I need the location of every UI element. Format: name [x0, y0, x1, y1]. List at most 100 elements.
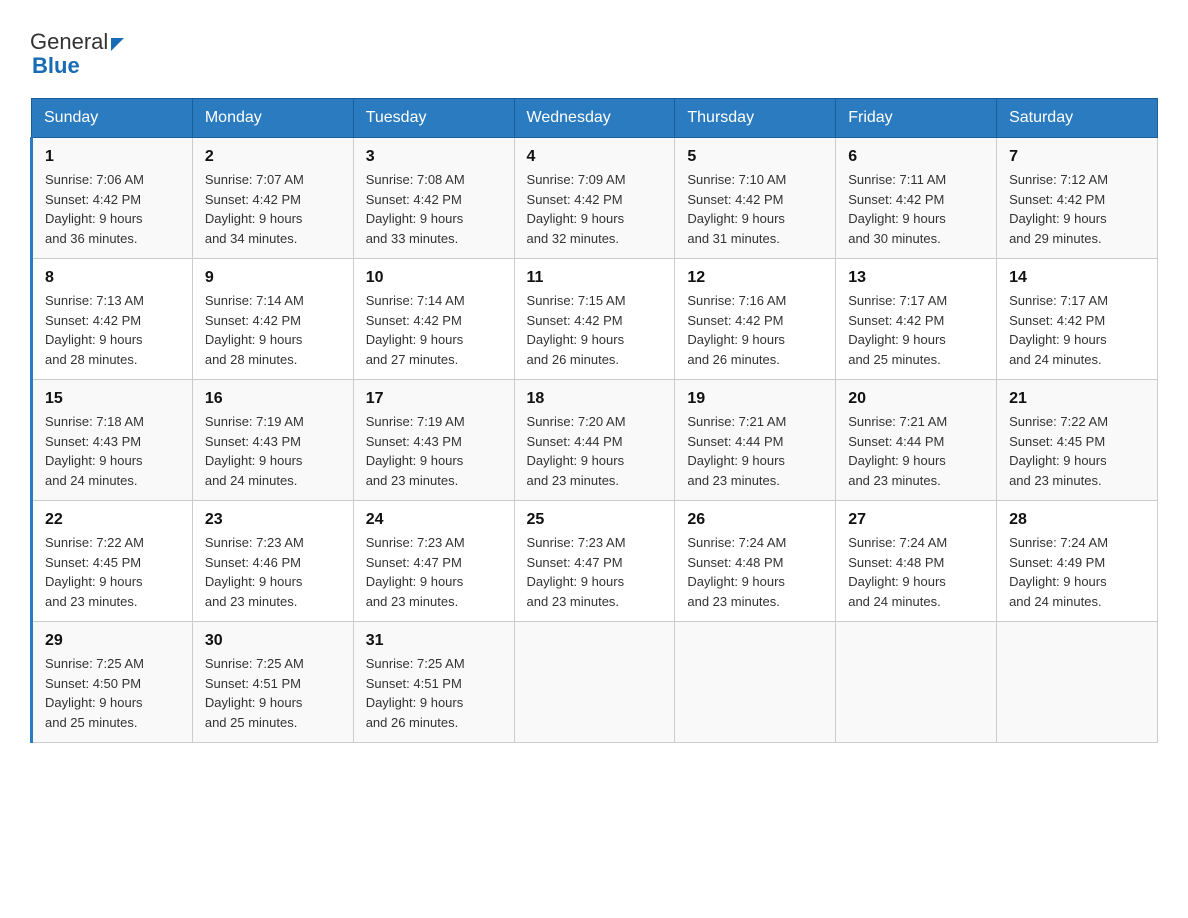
calendar-day-cell: 5 Sunrise: 7:10 AMSunset: 4:42 PMDaylight… — [675, 138, 836, 259]
calendar-week-row: 8 Sunrise: 7:13 AMSunset: 4:42 PMDaylight… — [32, 259, 1158, 380]
day-info: Sunrise: 7:12 AMSunset: 4:42 PMDaylight:… — [1009, 170, 1145, 248]
calendar-day-cell: 21 Sunrise: 7:22 AMSunset: 4:45 PMDayligh… — [997, 380, 1158, 501]
calendar-day-cell: 9 Sunrise: 7:14 AMSunset: 4:42 PMDaylight… — [192, 259, 353, 380]
calendar-day-cell: 2 Sunrise: 7:07 AMSunset: 4:42 PMDaylight… — [192, 138, 353, 259]
calendar-day-cell: 23 Sunrise: 7:23 AMSunset: 4:46 PMDayligh… — [192, 501, 353, 622]
day-number: 1 — [45, 148, 180, 166]
header: General Blue — [30, 30, 1158, 78]
day-info: Sunrise: 7:14 AMSunset: 4:42 PMDaylight:… — [366, 291, 502, 369]
day-info: Sunrise: 7:17 AMSunset: 4:42 PMDaylight:… — [848, 291, 984, 369]
day-info: Sunrise: 7:22 AMSunset: 4:45 PMDaylight:… — [1009, 412, 1145, 490]
day-number: 7 — [1009, 148, 1145, 166]
day-number: 29 — [45, 632, 180, 650]
day-number: 11 — [527, 269, 663, 287]
day-info: Sunrise: 7:13 AMSunset: 4:42 PMDaylight:… — [45, 291, 180, 369]
calendar-day-cell: 18 Sunrise: 7:20 AMSunset: 4:44 PMDayligh… — [514, 380, 675, 501]
calendar-day-cell: 12Sunrise: 7:16 AMSunset: 4:42 PMDayligh… — [675, 259, 836, 380]
day-of-week-header: Tuesday — [353, 99, 514, 138]
calendar-day-cell: 13Sunrise: 7:17 AMSunset: 4:42 PMDayligh… — [836, 259, 997, 380]
day-number: 27 — [848, 511, 984, 529]
day-number: 2 — [205, 148, 341, 166]
calendar-week-row: 1 Sunrise: 7:06 AMSunset: 4:42 PMDaylight… — [32, 138, 1158, 259]
day-info: Sunrise: 7:06 AMSunset: 4:42 PMDaylight:… — [45, 170, 180, 248]
day-info: Sunrise: 7:19 AMSunset: 4:43 PMDaylight:… — [366, 412, 502, 490]
day-info: Sunrise: 7:19 AMSunset: 4:43 PMDaylight:… — [205, 412, 341, 490]
calendar-day-cell: 20Sunrise: 7:21 AMSunset: 4:44 PMDayligh… — [836, 380, 997, 501]
day-number: 18 — [527, 390, 663, 408]
calendar-day-cell: 14 Sunrise: 7:17 AMSunset: 4:42 PMDayligh… — [997, 259, 1158, 380]
calendar-day-cell: 11 Sunrise: 7:15 AMSunset: 4:42 PMDayligh… — [514, 259, 675, 380]
calendar-day-cell: 26 Sunrise: 7:24 AMSunset: 4:48 PMDayligh… — [675, 501, 836, 622]
day-number: 8 — [45, 269, 180, 287]
calendar-week-row: 22Sunrise: 7:22 AMSunset: 4:45 PMDayligh… — [32, 501, 1158, 622]
day-number: 21 — [1009, 390, 1145, 408]
calendar-day-cell — [675, 622, 836, 743]
day-info: Sunrise: 7:09 AMSunset: 4:42 PMDaylight:… — [527, 170, 663, 248]
day-info: Sunrise: 7:25 AMSunset: 4:51 PMDaylight:… — [366, 654, 502, 732]
day-info: Sunrise: 7:24 AMSunset: 4:48 PMDaylight:… — [687, 533, 823, 611]
day-info: Sunrise: 7:24 AMSunset: 4:48 PMDaylight:… — [848, 533, 984, 611]
calendar-day-cell: 7 Sunrise: 7:12 AMSunset: 4:42 PMDaylight… — [997, 138, 1158, 259]
calendar-day-cell: 1 Sunrise: 7:06 AMSunset: 4:42 PMDaylight… — [32, 138, 193, 259]
day-number: 20 — [848, 390, 984, 408]
day-number: 16 — [205, 390, 341, 408]
day-info: Sunrise: 7:18 AMSunset: 4:43 PMDaylight:… — [45, 412, 180, 490]
day-number: 30 — [205, 632, 341, 650]
calendar-day-cell: 25 Sunrise: 7:23 AMSunset: 4:47 PMDayligh… — [514, 501, 675, 622]
day-number: 5 — [687, 148, 823, 166]
day-number: 4 — [527, 148, 663, 166]
day-number: 25 — [527, 511, 663, 529]
calendar-day-cell: 19Sunrise: 7:21 AMSunset: 4:44 PMDayligh… — [675, 380, 836, 501]
calendar-day-cell — [514, 622, 675, 743]
calendar-day-cell — [836, 622, 997, 743]
calendar-day-cell: 27 Sunrise: 7:24 AMSunset: 4:48 PMDayligh… — [836, 501, 997, 622]
logo: General Blue — [30, 30, 124, 78]
day-of-week-header: Monday — [192, 99, 353, 138]
calendar-day-cell: 17 Sunrise: 7:19 AMSunset: 4:43 PMDayligh… — [353, 380, 514, 501]
calendar-day-cell: 4 Sunrise: 7:09 AMSunset: 4:42 PMDaylight… — [514, 138, 675, 259]
day-info: Sunrise: 7:11 AMSunset: 4:42 PMDaylight:… — [848, 170, 984, 248]
day-number: 10 — [366, 269, 502, 287]
day-of-week-header: Friday — [836, 99, 997, 138]
calendar-day-cell: 16 Sunrise: 7:19 AMSunset: 4:43 PMDayligh… — [192, 380, 353, 501]
day-info: Sunrise: 7:23 AMSunset: 4:47 PMDaylight:… — [527, 533, 663, 611]
day-info: Sunrise: 7:22 AMSunset: 4:45 PMDaylight:… — [45, 533, 180, 611]
logo-blue-text: Blue — [30, 54, 124, 78]
day-number: 28 — [1009, 511, 1145, 529]
calendar-day-cell — [997, 622, 1158, 743]
day-number: 15 — [45, 390, 180, 408]
day-info: Sunrise: 7:07 AMSunset: 4:42 PMDaylight:… — [205, 170, 341, 248]
day-number: 26 — [687, 511, 823, 529]
calendar-day-cell: 31 Sunrise: 7:25 AMSunset: 4:51 PMDayligh… — [353, 622, 514, 743]
day-number: 14 — [1009, 269, 1145, 287]
calendar-day-cell: 3Sunrise: 7:08 AMSunset: 4:42 PMDaylight… — [353, 138, 514, 259]
day-info: Sunrise: 7:17 AMSunset: 4:42 PMDaylight:… — [1009, 291, 1145, 369]
day-of-week-header: Sunday — [32, 99, 193, 138]
calendar-day-cell: 6 Sunrise: 7:11 AMSunset: 4:42 PMDaylight… — [836, 138, 997, 259]
day-number: 23 — [205, 511, 341, 529]
day-number: 31 — [366, 632, 502, 650]
day-number: 24 — [366, 511, 502, 529]
day-info: Sunrise: 7:23 AMSunset: 4:47 PMDaylight:… — [366, 533, 502, 611]
calendar-header-row: SundayMondayTuesdayWednesdayThursdayFrid… — [32, 99, 1158, 138]
day-of-week-header: Thursday — [675, 99, 836, 138]
calendar-day-cell: 28Sunrise: 7:24 AMSunset: 4:49 PMDayligh… — [997, 501, 1158, 622]
day-info: Sunrise: 7:14 AMSunset: 4:42 PMDaylight:… — [205, 291, 341, 369]
day-number: 9 — [205, 269, 341, 287]
day-number: 17 — [366, 390, 502, 408]
day-info: Sunrise: 7:23 AMSunset: 4:46 PMDaylight:… — [205, 533, 341, 611]
calendar-week-row: 15 Sunrise: 7:18 AMSunset: 4:43 PMDayligh… — [32, 380, 1158, 501]
calendar-day-cell: 8 Sunrise: 7:13 AMSunset: 4:42 PMDaylight… — [32, 259, 193, 380]
logo-general-text: General — [30, 30, 124, 54]
calendar-day-cell: 30Sunrise: 7:25 AMSunset: 4:51 PMDayligh… — [192, 622, 353, 743]
calendar-day-cell: 22Sunrise: 7:22 AMSunset: 4:45 PMDayligh… — [32, 501, 193, 622]
calendar-day-cell: 10 Sunrise: 7:14 AMSunset: 4:42 PMDayligh… — [353, 259, 514, 380]
day-of-week-header: Wednesday — [514, 99, 675, 138]
day-info: Sunrise: 7:16 AMSunset: 4:42 PMDaylight:… — [687, 291, 823, 369]
day-info: Sunrise: 7:10 AMSunset: 4:42 PMDaylight:… — [687, 170, 823, 248]
day-number: 19 — [687, 390, 823, 408]
day-number: 6 — [848, 148, 984, 166]
day-info: Sunrise: 7:25 AMSunset: 4:50 PMDaylight:… — [45, 654, 180, 732]
day-info: Sunrise: 7:15 AMSunset: 4:42 PMDaylight:… — [527, 291, 663, 369]
day-info: Sunrise: 7:20 AMSunset: 4:44 PMDaylight:… — [527, 412, 663, 490]
